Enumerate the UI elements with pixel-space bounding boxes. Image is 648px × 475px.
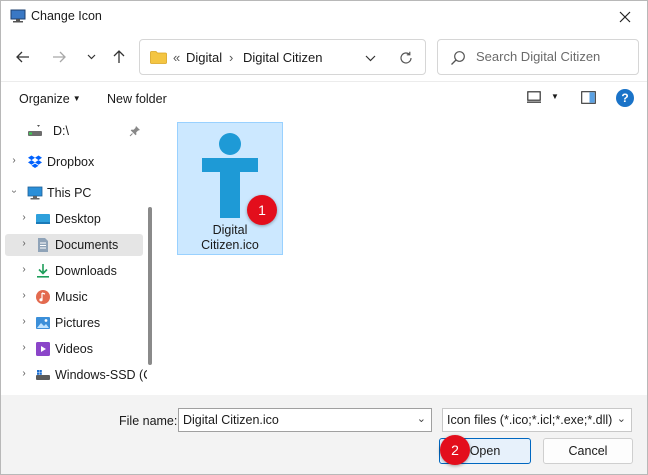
address-bar[interactable]: « Digital › Digital Citizen xyxy=(139,39,426,75)
navigation-pane: D:\ › Dropbox › This PC › Desktop › Docu… xyxy=(1,115,147,395)
computer-icon xyxy=(27,186,43,200)
view-caret-icon[interactable]: ▼ xyxy=(551,92,559,101)
file-name-line: Digital xyxy=(212,223,248,237)
sidebar-item-label: Downloads xyxy=(55,264,117,278)
file-name-line: Citizen.ico xyxy=(201,238,259,252)
pin-icon[interactable] xyxy=(129,125,141,137)
back-button[interactable] xyxy=(11,45,35,69)
change-icon-dialog: Change Icon « Digital › Digital Citizen … xyxy=(0,0,648,475)
navigation-bar: « Digital › Digital Citizen xyxy=(1,33,647,81)
chevron-down-icon[interactable]: ⌄ xyxy=(617,412,626,425)
sidebar-item-label: D:\ xyxy=(53,124,69,138)
sidebar-item-label: Windows-SSD (C xyxy=(55,368,147,382)
organize-label: Organize xyxy=(19,92,70,106)
step-badge-2: 2 xyxy=(440,435,470,465)
folder-icon xyxy=(150,51,167,64)
breadcrumb-separator[interactable]: › xyxy=(229,50,233,65)
downloads-icon xyxy=(37,264,49,278)
file-name-label: Digital Citizen.ico xyxy=(178,223,282,253)
close-icon xyxy=(619,11,631,23)
address-history-button[interactable] xyxy=(360,48,380,68)
preview-pane-icon[interactable] xyxy=(581,91,596,104)
sidebar-item-label: Pictures xyxy=(55,316,101,330)
pictures-icon xyxy=(36,317,50,329)
dialog-footer: File name: Digital Citizen.ico ⌄ Icon fi… xyxy=(1,395,647,474)
dropbox-icon xyxy=(28,155,42,168)
arrow-right-icon xyxy=(53,51,66,63)
chevron-right-icon[interactable]: › xyxy=(19,264,29,275)
sidebar-item-documents[interactable]: › Documents xyxy=(5,234,143,256)
ssd-drive-icon xyxy=(36,370,50,380)
recent-locations-button[interactable] xyxy=(79,45,103,69)
chevron-down-icon xyxy=(365,55,375,61)
videos-icon xyxy=(36,342,50,356)
breadcrumb-overflow[interactable]: « xyxy=(173,50,180,65)
sidebar-item-label: Videos xyxy=(55,342,93,356)
arrow-up-icon xyxy=(113,50,125,63)
sidebar-item-label: Music xyxy=(55,290,88,304)
chevron-expanded-icon[interactable]: › xyxy=(9,187,20,197)
monitor-app-icon xyxy=(10,9,26,23)
chevron-down-icon[interactable]: ⌄ xyxy=(417,412,426,425)
sidebar-item-label: Dropbox xyxy=(47,155,95,169)
refresh-button[interactable] xyxy=(396,48,416,68)
close-button[interactable] xyxy=(603,1,647,33)
chevron-right-icon[interactable]: › xyxy=(19,290,29,301)
file-type-select[interactable]: Icon files (*.ico;*.icl;*.exe;*.dll) ⌄ xyxy=(442,408,632,432)
chevron-right-icon[interactable]: › xyxy=(19,342,29,353)
arrow-left-icon xyxy=(16,51,29,63)
chevron-right-icon[interactable]: › xyxy=(19,212,29,223)
sidebar-item-pictures[interactable]: › Pictures xyxy=(5,312,143,334)
window-title: Change Icon xyxy=(31,9,102,23)
chevron-right-icon[interactable]: › xyxy=(19,368,29,379)
drive-icon xyxy=(28,125,42,136)
sidebar-item-label: This PC xyxy=(47,186,92,200)
file-item-digital-citizen[interactable]: Digital Citizen.ico xyxy=(177,122,283,255)
title-bar: Change Icon xyxy=(1,1,647,33)
chevron-right-icon[interactable]: › xyxy=(9,155,19,166)
sidebar-item-downloads[interactable]: › Downloads xyxy=(5,260,143,282)
sidebar-item-dropbox[interactable]: › Dropbox xyxy=(5,151,143,173)
breadcrumb-digital-citizen[interactable]: Digital Citizen xyxy=(243,50,322,65)
step-badge-1: 1 xyxy=(247,195,277,225)
new-folder-button[interactable]: New folder xyxy=(107,92,167,106)
file-type-value: Icon files (*.ico;*.icl;*.exe;*.dll) xyxy=(447,413,613,427)
content-area: D:\ › Dropbox › This PC › Desktop › Docu… xyxy=(1,115,647,395)
sidebar-scrollbar[interactable] xyxy=(148,207,152,365)
caret-down-icon: ▼ xyxy=(72,94,81,103)
sidebar-item-label: Desktop xyxy=(55,212,101,226)
search-icon xyxy=(451,51,465,65)
help-icon[interactable]: ? xyxy=(616,89,634,107)
sidebar-item-label: Documents xyxy=(55,238,119,252)
search-box[interactable] xyxy=(437,39,639,75)
file-name-value[interactable]: Digital Citizen.ico xyxy=(183,413,279,427)
command-bar: Organize ▼ New folder ▼ ? xyxy=(1,81,647,115)
chevron-right-icon[interactable]: › xyxy=(19,316,29,327)
sidebar-item-music[interactable]: › Music xyxy=(5,286,143,308)
sidebar-item-this-pc[interactable]: › This PC xyxy=(5,182,143,204)
file-name-field[interactable]: Digital Citizen.ico ⌄ xyxy=(178,408,432,432)
documents-icon xyxy=(38,238,48,252)
sidebar-item-desktop[interactable]: › Desktop xyxy=(5,208,143,230)
view-options-icon[interactable] xyxy=(527,91,541,103)
breadcrumb-digital[interactable]: Digital xyxy=(186,50,222,65)
organize-menu[interactable]: Organize ▼ xyxy=(19,92,81,106)
chevron-right-icon[interactable]: › xyxy=(19,238,29,249)
music-icon xyxy=(36,290,50,304)
sidebar-item-videos[interactable]: › Videos xyxy=(5,338,143,360)
refresh-icon xyxy=(400,51,412,64)
forward-button[interactable] xyxy=(47,45,71,69)
chevron-down-icon xyxy=(87,54,95,60)
desktop-icon xyxy=(36,214,50,224)
search-input[interactable] xyxy=(476,49,631,64)
file-name-field-label: File name: xyxy=(119,414,178,428)
cancel-button[interactable]: Cancel xyxy=(543,438,633,464)
sidebar-item-windows-ssd[interactable]: › Windows-SSD (C xyxy=(5,364,147,386)
up-button[interactable] xyxy=(107,45,131,69)
file-list: Digital Citizen.ico xyxy=(159,115,647,395)
sidebar-item-d-drive[interactable]: D:\ xyxy=(5,120,143,142)
